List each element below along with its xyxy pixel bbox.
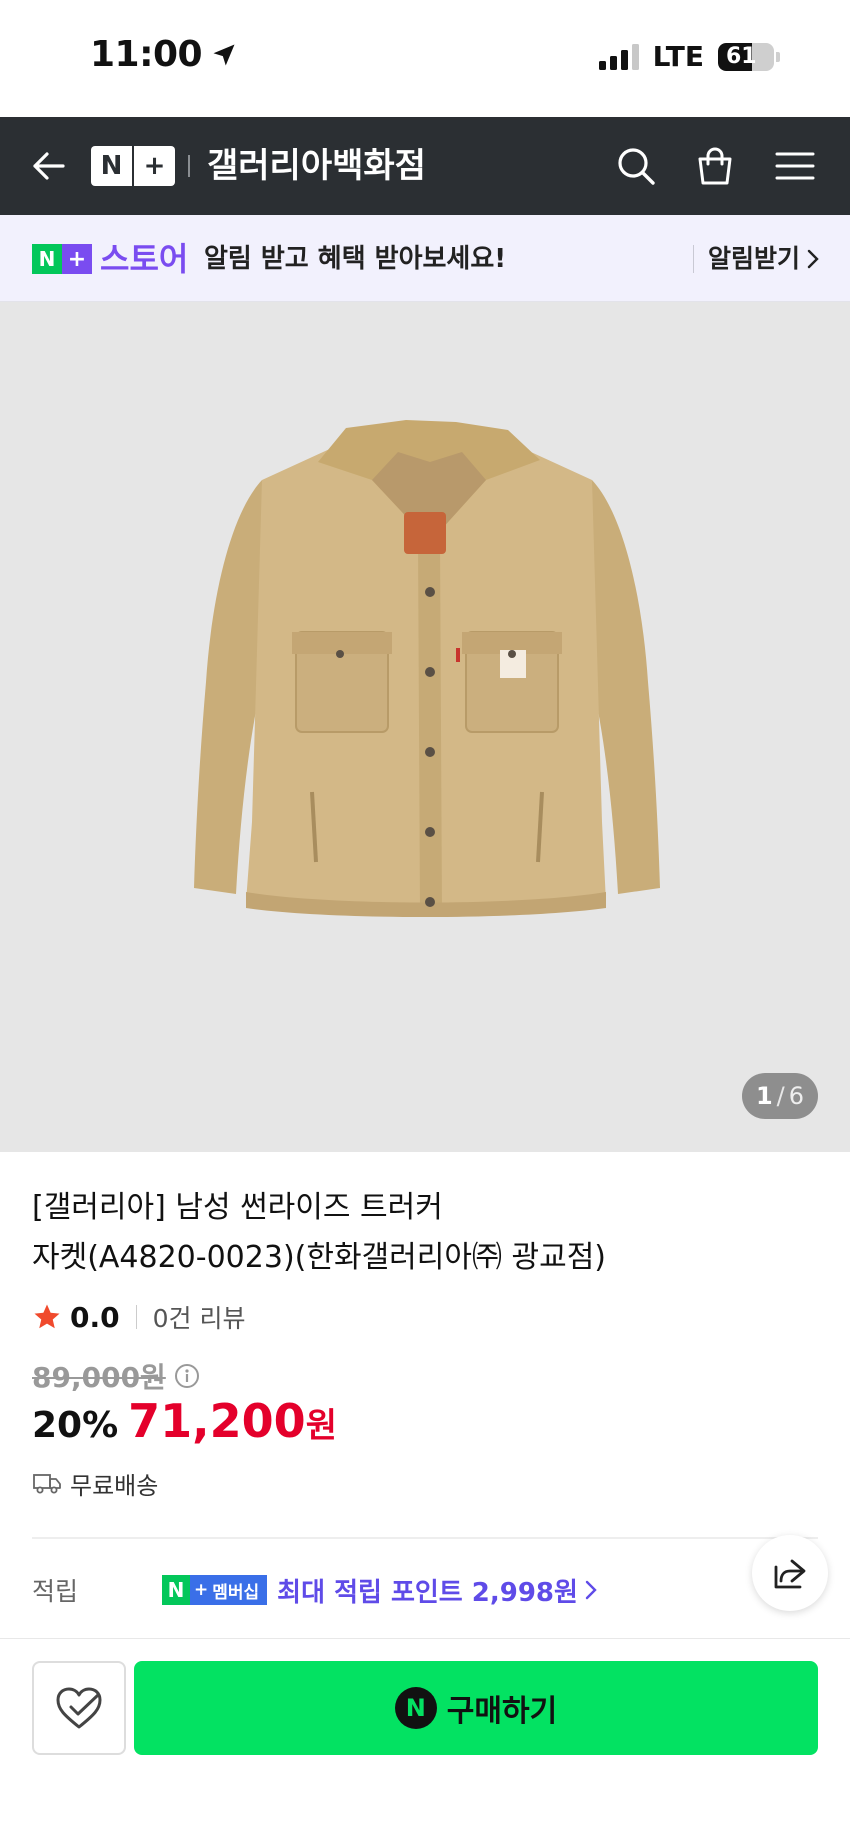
membership-badge-label: + 멤버십 bbox=[190, 1575, 268, 1605]
image-counter-total: 6 bbox=[788, 1082, 805, 1110]
status-bar: 11:00 LTE 61 bbox=[0, 0, 850, 117]
promo-divider bbox=[693, 245, 694, 273]
buy-button[interactable]: N 구매하기 bbox=[134, 1661, 818, 1755]
membership-badge-plus: + bbox=[194, 1580, 209, 1600]
naver-plus-store-logo: N + 스토어 bbox=[32, 240, 189, 278]
points-label: 적립 bbox=[32, 1577, 79, 1606]
status-time-text: 11:00 bbox=[90, 34, 203, 75]
bottom-action-bar: N 구매하기 bbox=[0, 1638, 850, 1842]
back-button[interactable] bbox=[24, 141, 74, 191]
promo-message: 알림 받고 혜택 받아보세요! bbox=[204, 244, 507, 274]
rating-score: 0.0 bbox=[70, 1300, 120, 1334]
shipping-info: 무료배송 bbox=[32, 1463, 158, 1503]
product-rating[interactable]: 0.0 0건 리뷰 bbox=[32, 1297, 245, 1337]
naver-plus-logo[interactable]: N + bbox=[91, 146, 175, 186]
shopping-bag-icon bbox=[698, 147, 732, 185]
store-notification-banner[interactable]: N + 스토어 알림 받고 혜택 받아보세요! 알림받기 bbox=[0, 215, 850, 302]
star-icon bbox=[34, 1304, 60, 1329]
location-arrow-icon bbox=[213, 44, 235, 65]
max-points-link[interactable]: 최대 적립 포인트 2,998원 bbox=[277, 1572, 598, 1609]
membership-badge-text: 멤버십 bbox=[212, 1582, 260, 1603]
status-time: 11:00 bbox=[90, 34, 238, 75]
app-header: N + 갤러리아백화점 bbox=[0, 117, 850, 215]
status-indicators: LTE 61 bbox=[598, 40, 780, 73]
back-arrow-icon bbox=[33, 152, 65, 180]
notification-subscribe-label: 알림받기 bbox=[708, 244, 801, 273]
cart-button[interactable] bbox=[690, 141, 740, 191]
sale-price-value: 71,200 bbox=[128, 1394, 306, 1448]
product-title-line-1: [갤러리아] 남성 썬라이즈 트러커 bbox=[32, 1190, 443, 1225]
chevron-right-icon bbox=[807, 249, 819, 269]
search-button[interactable] bbox=[611, 141, 661, 191]
logo-plus: + bbox=[132, 146, 175, 186]
promo-logo-text: 스토어 bbox=[100, 240, 189, 278]
rating-divider bbox=[135, 1305, 137, 1329]
original-price-value: 89,000원 bbox=[32, 1361, 166, 1394]
sale-price: 20% 71,200 원 bbox=[32, 1394, 337, 1454]
naver-pay-icon: N bbox=[394, 1687, 437, 1729]
product-image-gallery[interactable]: 1 / 6 bbox=[0, 302, 850, 1152]
promo-logo-n: N bbox=[32, 244, 62, 274]
discount-rate: 20% bbox=[32, 1405, 119, 1446]
hamburger-menu-icon bbox=[775, 152, 815, 180]
max-points-text: 최대 적립 포인트 2,998원 bbox=[277, 1577, 578, 1608]
promo-logo-plus: + bbox=[62, 244, 92, 274]
sale-price-unit: 원 bbox=[305, 1406, 337, 1446]
network-type: LTE bbox=[652, 40, 704, 73]
share-button[interactable] bbox=[752, 1535, 828, 1611]
header-divider bbox=[188, 155, 190, 177]
image-counter: 1 / 6 bbox=[742, 1073, 818, 1119]
share-icon bbox=[774, 1559, 806, 1589]
notification-subscribe-button[interactable]: 알림받기 bbox=[708, 239, 820, 279]
menu-button[interactable] bbox=[770, 141, 820, 191]
logo-n: N bbox=[100, 151, 123, 181]
product-title: [갤러리아] 남성 썬라이즈 트러커 자켓(A4820-0023)(한화갤러리아… bbox=[32, 1183, 732, 1283]
heart-check-icon bbox=[56, 1687, 102, 1729]
cellular-signal-icon bbox=[598, 43, 639, 70]
review-count[interactable]: 0건 리뷰 bbox=[153, 1299, 246, 1335]
image-counter-separator: / bbox=[776, 1082, 785, 1110]
membership-badge-n: N bbox=[162, 1575, 190, 1605]
battery-icon: 61 bbox=[718, 42, 774, 71]
naver-plus-membership-badge: N + 멤버십 bbox=[162, 1575, 268, 1605]
original-price: 89,000원 bbox=[32, 1358, 200, 1394]
image-counter-current: 1 bbox=[755, 1082, 773, 1110]
points-benefit-row[interactable]: 적립 N + 멤버십 최대 적립 포인트 2,998원 bbox=[32, 1570, 818, 1610]
wishlist-button[interactable] bbox=[32, 1661, 126, 1755]
battery-tip bbox=[776, 51, 780, 62]
store-name[interactable]: 갤러리아백화점 bbox=[207, 141, 426, 191]
shipping-label: 무료배송 bbox=[70, 1471, 159, 1500]
section-divider bbox=[32, 1537, 818, 1539]
chevron-right-icon bbox=[585, 1580, 597, 1600]
product-jacket-image bbox=[194, 420, 660, 917]
delivery-truck-icon bbox=[33, 1474, 61, 1494]
search-icon bbox=[618, 148, 655, 185]
buy-button-label: 구매하기 bbox=[446, 1694, 558, 1729]
battery-level: 61 bbox=[726, 43, 757, 69]
product-title-line-2: 자켓(A4820-0023)(한화갤러리아㈜ 광교점) bbox=[32, 1240, 606, 1275]
info-icon[interactable] bbox=[174, 1363, 200, 1389]
